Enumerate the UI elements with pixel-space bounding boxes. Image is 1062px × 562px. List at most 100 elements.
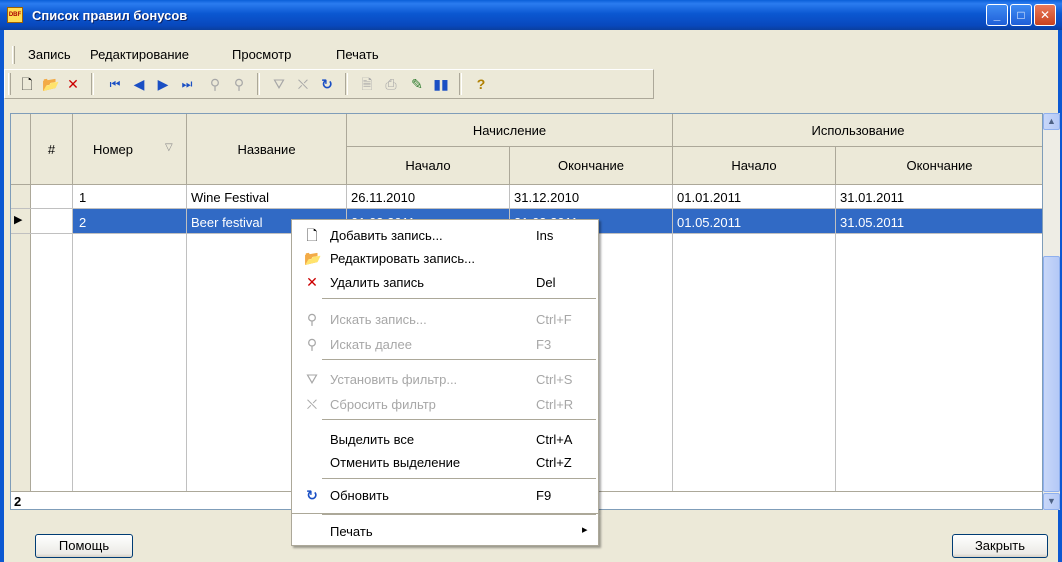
toolbar-grip[interactable] [8,73,11,95]
refresh-icon[interactable]: ↻ [317,74,337,94]
toolbar: 🗋 📂 ✕ ⏮ ◀ ▶ ⏭ ⚲ ⚲ ⛛ ⛌ ↻ 🗎 ⎙ ✎ ▮▮ ? [4,69,654,99]
find-next-icon: ⚲ [306,336,318,352]
header-usage[interactable]: Использование [673,114,1042,147]
ctx-label: Добавить запись... [330,228,443,243]
filter-icon[interactable]: ⛛ [269,74,289,94]
filter-icon: ⛛ [306,371,318,387]
report-icon[interactable]: ✎ [407,74,427,94]
ctx-shortcut: Ctrl+A [536,432,573,447]
ctx-shortcut: Del [536,275,556,290]
find-next-icon[interactable]: ⚲ [229,74,249,94]
help-button[interactable]: Помощь [35,534,133,558]
menu-separator [322,298,596,299]
menu-record[interactable]: Запись [28,47,71,62]
minimize-button[interactable]: _ [986,4,1008,26]
cell-number: 2 [79,215,87,230]
ctx-refresh[interactable]: ↻ Обновить F9 [292,484,598,506]
header-usage-end[interactable]: Окончание [836,147,1042,185]
ctx-label: Искать далее [330,337,412,352]
delete-icon[interactable]: ✕ [63,74,83,94]
print-icon[interactable]: ⎙ [381,74,401,94]
menu-bar: Запись Редактирование Просмотр Печать [4,43,1058,67]
cell-accrual-start: 26.11.2010 [351,190,416,205]
header-number-label: Номер [93,142,134,157]
cell-usage-start: 01.01.2011 [677,190,742,205]
ctx-set-filter[interactable]: ⛛ Установить фильтр... Ctrl+S [292,368,598,390]
submenu-arrow-icon: ▸ [582,524,588,536]
edit-folder-icon[interactable]: 📂 [41,74,61,94]
toolbar-separator [345,73,348,95]
menu-separator [322,478,596,479]
ctx-deselect[interactable]: Отменить выделение Ctrl+Z [292,451,598,473]
ctx-select-all[interactable]: Выделить все Ctrl+A [292,428,598,450]
delete-icon: ✕ [306,274,318,290]
window-title: Список правил бонусов [32,8,188,23]
maximize-button[interactable]: □ [1010,4,1032,26]
scroll-down-icon[interactable]: ▼ [1043,493,1060,510]
ctx-add-record[interactable]: 🗋 Добавить запись... Ins [292,224,598,246]
ctx-find-record[interactable]: ⚲ Искать запись... Ctrl+F [292,308,598,330]
cell-name: Beer festival [191,215,263,230]
clear-filter-icon: ⛌ [306,396,318,412]
menu-edit[interactable]: Редактирование [90,47,189,62]
toolbar-separator [257,73,260,95]
toolbar-separator [459,73,462,95]
app-icon[interactable]: DBF [7,7,23,23]
scroll-up-icon[interactable]: ▲ [1043,113,1060,130]
ctx-label: Установить фильтр... [330,372,458,387]
ctx-edit-record[interactable]: 📂 Редактировать запись... [292,247,598,269]
toolbar-separator [91,73,94,95]
chart-icon[interactable]: ▮▮ [431,74,451,94]
cell-number: 1 [79,190,87,205]
window-frame-left [0,30,4,562]
ctx-shortcut: F9 [536,488,552,503]
ctx-label: Сбросить фильтр [330,397,436,412]
clear-filter-icon[interactable]: ⛌ [293,74,313,94]
ctx-shortcut: Ctrl+S [536,372,573,387]
last-record-icon[interactable]: ⏭ [177,74,197,94]
header-number[interactable]: Номер ▽ [73,114,187,185]
header-name[interactable]: Название [187,114,347,185]
ctx-shortcut: Ins [536,228,554,243]
current-row-indicator: ▶ [14,214,23,226]
preview-icon[interactable]: 🗎 [357,74,377,94]
first-record-icon[interactable]: ⏮ [105,74,125,94]
find-icon[interactable]: ⚲ [205,74,225,94]
context-menu-bottom: Печать ▸ [291,514,599,546]
cell-usage-end: 31.05.2011 [840,215,905,230]
header-row-num[interactable]: # [31,114,73,185]
header-usage-start[interactable]: Начало [673,147,836,185]
find-icon: ⚲ [306,311,318,327]
cell-usage-start: 01.05.2011 [677,215,742,230]
ctx-print[interactable]: Печать ▸ [292,520,598,542]
menu-grip[interactable] [12,46,15,64]
ctx-delete-record[interactable]: ✕ Удалить запись Del [292,271,598,293]
ctx-label: Обновить [330,488,389,503]
header-accrual-end[interactable]: Окончание [510,147,673,185]
help-icon[interactable]: ? [471,74,491,94]
ctx-shortcut: Ctrl+Z [536,455,572,470]
menu-print[interactable]: Печать [336,47,379,62]
ctx-label: Выделить все [330,432,415,447]
title-bar[interactable]: DBF Список правил бонусов _ □ ✕ [0,0,1062,30]
context-menu: 🗋 Добавить запись... Ins 📂 Редактировать… [291,219,599,514]
menu-separator [322,359,596,360]
close-button[interactable]: Закрыть [952,534,1048,558]
ctx-label: Отменить выделение [330,455,461,470]
close-window-button[interactable]: ✕ [1034,4,1056,26]
next-record-icon[interactable]: ▶ [153,74,173,94]
header-accrual-start[interactable]: Начало [347,147,510,185]
ctx-shortcut: Ctrl+R [536,397,574,412]
prev-record-icon[interactable]: ◀ [129,74,149,94]
ctx-label: Искать запись... [330,312,427,327]
ctx-clear-filter[interactable]: ⛌ Сбросить фильтр Ctrl+R [292,393,598,415]
ctx-label: Удалить запись [330,275,425,290]
scroll-thumb[interactable] [1043,256,1060,492]
ctx-find-next[interactable]: ⚲ Искать далее F3 [292,333,598,355]
vertical-scrollbar[interactable]: ▲ ▼ [1043,113,1060,510]
menu-view[interactable]: Просмотр [232,47,291,62]
ctx-shortcut: F3 [536,337,552,352]
header-accrual[interactable]: Начисление [347,114,673,147]
ctx-shortcut: Ctrl+F [536,312,572,327]
new-record-icon[interactable]: 🗋 [17,74,37,94]
